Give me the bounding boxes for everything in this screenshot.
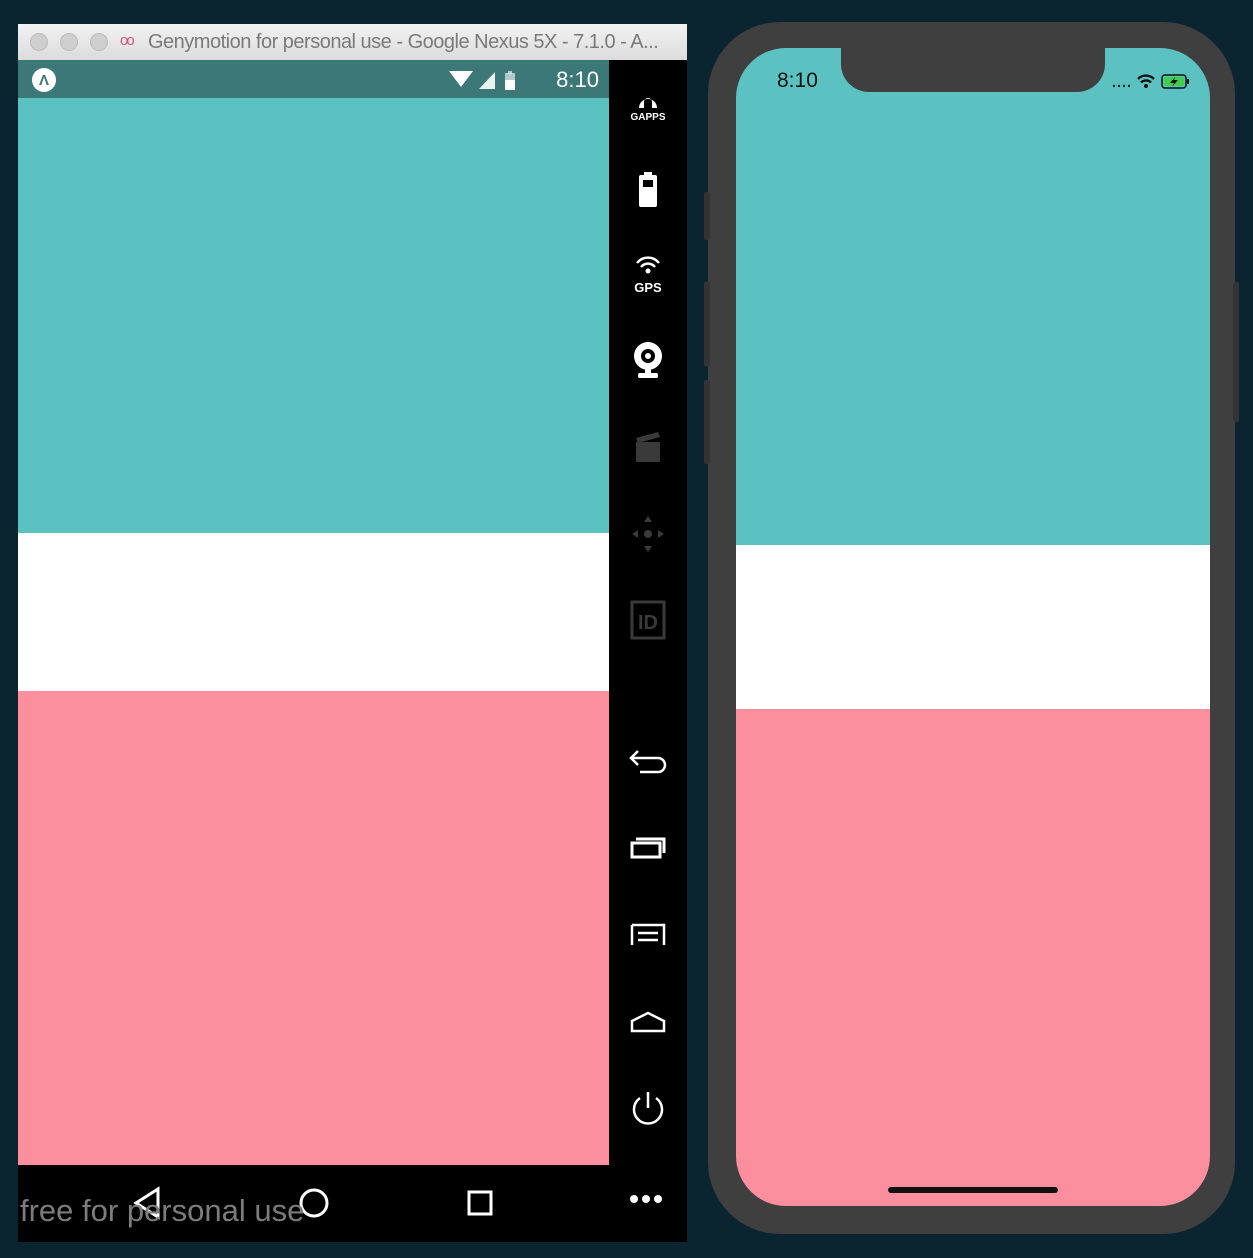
mute-switch [704,192,710,240]
dpad-icon [632,516,664,552]
more-icon[interactable] [626,1179,666,1219]
teal-box [18,98,609,533]
home-indicator[interactable] [888,1187,1058,1193]
back-button[interactable] [618,732,678,792]
menu-icon [630,923,666,945]
wifi-icon [449,71,473,87]
power-button[interactable] [618,1078,678,1138]
watermark-text: free for personal use [20,1193,305,1228]
nav-recents-icon[interactable] [460,1183,500,1223]
side-power-button [1233,282,1239,422]
home-button[interactable] [618,992,678,1052]
recent-apps-icon [630,837,666,859]
capture-button[interactable] [618,416,678,476]
android-status-bar: Λ 8:10 [18,60,609,98]
gps-icon [636,256,660,274]
close-window-button[interactable] [30,33,48,51]
battery-charging-icon [1161,74,1189,89]
dpad-button[interactable] [618,504,678,564]
ios-screen[interactable]: 8:10 [736,48,1210,1206]
android-screen[interactable]: Λ 8:10 [18,60,609,1165]
teal-box [736,48,1210,545]
pink-box [18,691,609,1165]
gps-button[interactable]: GPS [618,244,678,304]
power-icon [632,1092,664,1125]
status-time: 8:10 [556,67,599,92]
volume-down-button [704,380,710,464]
white-box [736,545,1210,709]
zoom-window-button[interactable] [90,33,108,51]
battery-icon [639,172,657,207]
notch [841,48,1105,92]
window-titlebar[interactable]: oo Genymotion for personal use - Google … [18,24,687,61]
window-title: Genymotion for personal use - Google Nex… [148,31,659,53]
webcam-button[interactable] [618,330,678,390]
app-notification-icon: Λ [32,68,56,92]
genymotion-toolbar: GAPPS GPS ID [609,60,687,1165]
webcam-icon [634,342,662,378]
genymotion-logo-icon: oo [120,32,135,49]
gapps-button[interactable]: GAPPS [618,70,678,130]
recent-apps-button[interactable] [618,818,678,878]
menu-button[interactable] [618,906,678,966]
battery-button[interactable] [618,160,678,220]
ios-status-time: 8:10 [777,69,818,92]
capture-icon [636,432,660,462]
genymotion-window: oo Genymotion for personal use - Google … [18,24,687,1242]
pink-box [736,709,1210,1206]
device-id-button[interactable]: ID [618,590,678,650]
cell-signal-icon [1112,84,1131,88]
signal-status-icons [449,71,515,90]
gapps-icon [639,98,657,108]
home-icon [630,1011,666,1033]
svg-text:ID: ID [638,612,658,634]
ios-status-icons [1112,74,1189,89]
volume-up-button [704,282,710,366]
white-box [18,533,609,691]
wifi-icon [1137,74,1155,88]
device-id-icon: ID [630,600,666,640]
back-icon [629,750,667,774]
cell-signal-icon [479,72,495,89]
minimize-window-button[interactable] [60,33,78,51]
